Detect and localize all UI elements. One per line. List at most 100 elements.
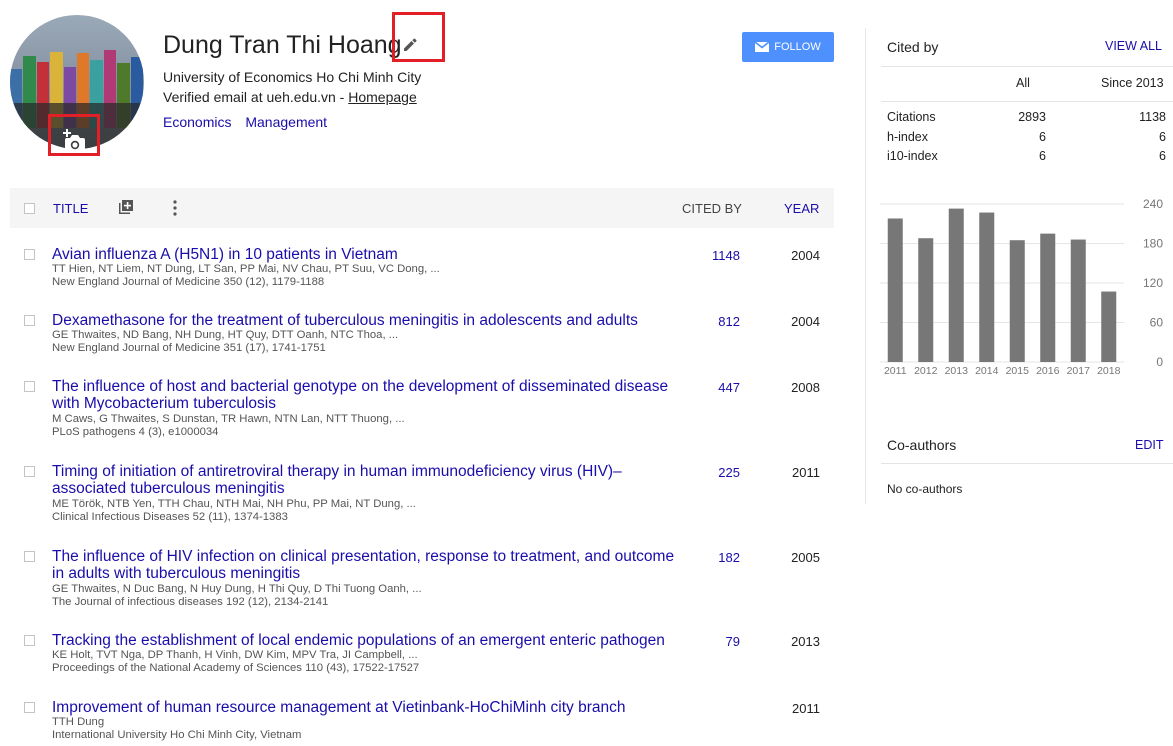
stat-h-index-since: 6 [1159, 130, 1166, 144]
article-year: 2004 [791, 314, 820, 329]
chart-bar-2014[interactable] [979, 212, 995, 362]
article-citations[interactable]: 225 [700, 465, 740, 480]
email-text: Verified email at ueh.edu.vn - [163, 89, 349, 105]
view-all-link[interactable]: VIEW ALL [1105, 39, 1162, 53]
article-title[interactable]: Improvement of human resource management… [52, 699, 680, 716]
article-year: 2005 [791, 550, 820, 565]
article-authors: GE Thwaites, ND Bang, NH Dung, HT Quy, D… [52, 329, 399, 341]
affiliation: University of Economics Ho Chi Minh City [163, 69, 422, 85]
chart-bar-2016[interactable] [1040, 233, 1056, 362]
cited-by-heading: Cited by [887, 39, 939, 55]
interest-management[interactable]: Management [245, 114, 327, 130]
stats-header-divider [881, 101, 1173, 102]
chart-x-tick-label: 2013 [945, 365, 969, 377]
chart-x-tick-label: 2018 [1097, 365, 1121, 377]
chart-y-tick-label: 240 [1143, 197, 1163, 211]
chart-x-tick-label: 2014 [975, 365, 999, 377]
chart-bar-2017[interactable] [1070, 239, 1086, 362]
article-venue: International University Ho Chi Minh Cit… [52, 729, 302, 741]
article-checkbox[interactable] [24, 551, 35, 562]
chart-x-tick-label: 2017 [1067, 365, 1091, 377]
more-options-icon[interactable] [172, 198, 178, 218]
article-citations[interactable]: 812 [700, 314, 740, 329]
column-since-header: Since 2013 [1101, 76, 1164, 90]
article-year: 2004 [791, 248, 820, 263]
chart-y-tick-label: 180 [1143, 237, 1163, 251]
article-citations[interactable]: 447 [700, 380, 740, 395]
stat-h-index-all: 6 [1039, 130, 1046, 144]
article-year: 2011 [792, 465, 820, 480]
article-authors: TT Hien, NT Liem, NT Dung, LT San, PP Ma… [52, 263, 440, 275]
article-authors: KE Holt, TVT Nga, DP Thanh, H Vinh, DW K… [52, 649, 418, 661]
edit-coauthors-link[interactable]: EDIT [1135, 438, 1163, 452]
profile-name: Dung Tran Thi Hoang [163, 31, 402, 59]
citations-per-year-chart: 240 180 120 60 0 2011 2012 2013 2014 2015 2016 2017… [880, 197, 1164, 377]
article-title[interactable]: The influence of HIV infection on clinic… [52, 548, 680, 582]
sort-by-year[interactable]: YEAR [784, 201, 819, 216]
article-venue: The Journal of infectious diseases 192 (… [52, 596, 329, 608]
chart-bar-2012[interactable] [918, 238, 934, 362]
no-coauthors-text: No co-authors [887, 482, 963, 496]
stat-citations-since: 1138 [1139, 110, 1166, 124]
chart-bar-2011[interactable] [887, 218, 903, 362]
select-all-checkbox[interactable] [24, 203, 35, 214]
article-citations[interactable]: 182 [700, 550, 740, 565]
article-title[interactable]: The influence of host and bacterial geno… [52, 378, 680, 412]
chart-x-tick-label: 2012 [914, 365, 938, 377]
research-interests: Economics Management [163, 114, 337, 130]
cited-by-divider [881, 66, 1173, 67]
verified-email: Verified email at ueh.edu.vn - Homepage [163, 89, 417, 105]
article-title[interactable]: Dexamethasone for the treatment of tuber… [52, 312, 680, 329]
article-title[interactable]: Avian influenza A (H5N1) in 10 patients … [52, 246, 680, 263]
column-all-header: All [1016, 76, 1030, 90]
article-venue: Proceedings of the National Academy of S… [52, 662, 420, 674]
article-year: 2013 [791, 634, 820, 649]
stat-label-i10-index: i10-index [887, 149, 938, 163]
chart-x-tick-label: 2016 [1036, 365, 1060, 377]
article-title[interactable]: Timing of initiation of antiretroviral t… [52, 463, 680, 497]
stat-i10-index-all: 6 [1039, 149, 1046, 163]
column-divider [865, 28, 866, 504]
chart-x-tick-label: 2011 [884, 365, 907, 377]
article-checkbox[interactable] [24, 315, 35, 326]
articles-table-header: TITLE CITED BY YEAR [10, 188, 834, 228]
article-citations[interactable]: 79 [700, 634, 740, 649]
article-year: 2011 [792, 701, 820, 716]
homepage-link[interactable]: Homepage [348, 89, 417, 105]
chart-y-tick-label: 60 [1150, 316, 1164, 330]
follow-button[interactable]: FOLLOW [742, 32, 834, 62]
interest-economics[interactable]: Economics [163, 114, 231, 130]
article-authors: ME Török, NTB Yen, TTH Chau, NTH Mai, NH… [52, 498, 416, 510]
article-venue: Clinical Infectious Diseases 52 (11), 13… [52, 511, 288, 523]
article-checkbox[interactable] [24, 635, 35, 646]
add-article-icon[interactable] [118, 199, 134, 215]
chart-bar-2018[interactable] [1101, 291, 1117, 362]
coauthors-divider [881, 463, 1173, 464]
article-authors: M Caws, G Thwaites, S Dunstan, TR Hawn, … [52, 413, 405, 425]
chart-bar-2015[interactable] [1009, 240, 1025, 362]
article-citations[interactable]: 1148 [700, 248, 740, 263]
article-venue: New England Journal of Medicine 350 (12)… [52, 276, 325, 288]
sort-by-title[interactable]: TITLE [53, 201, 88, 216]
cited-by-header: CITED BY [682, 201, 742, 216]
article-checkbox[interactable] [24, 702, 35, 713]
envelope-icon [755, 42, 770, 52]
chart-x-tick-label: 2015 [1006, 365, 1030, 377]
article-authors: TTH Dung [52, 716, 105, 728]
stat-citations-all: 2893 [1018, 110, 1046, 124]
article-venue: New England Journal of Medicine 351 (17)… [52, 342, 326, 354]
article-checkbox[interactable] [24, 249, 35, 260]
article-title[interactable]: Tracking the establishment of local ende… [52, 632, 680, 649]
stat-label-h-index: h-index [887, 130, 928, 144]
chart-bar-2013[interactable] [948, 208, 964, 362]
stat-label-citations: Citations [887, 110, 936, 124]
stat-i10-index-since: 6 [1159, 149, 1166, 163]
chart-y-tick-label: 0 [1156, 355, 1163, 369]
article-checkbox[interactable] [24, 466, 35, 477]
article-checkbox[interactable] [24, 381, 35, 392]
coauthors-heading: Co-authors [887, 437, 957, 453]
article-venue: PLoS pathogens 4 (3), e1000034 [52, 426, 219, 438]
follow-label: FOLLOW [774, 41, 821, 53]
chart-y-tick-label: 120 [1143, 276, 1163, 290]
photo-highlight-box [48, 114, 100, 156]
